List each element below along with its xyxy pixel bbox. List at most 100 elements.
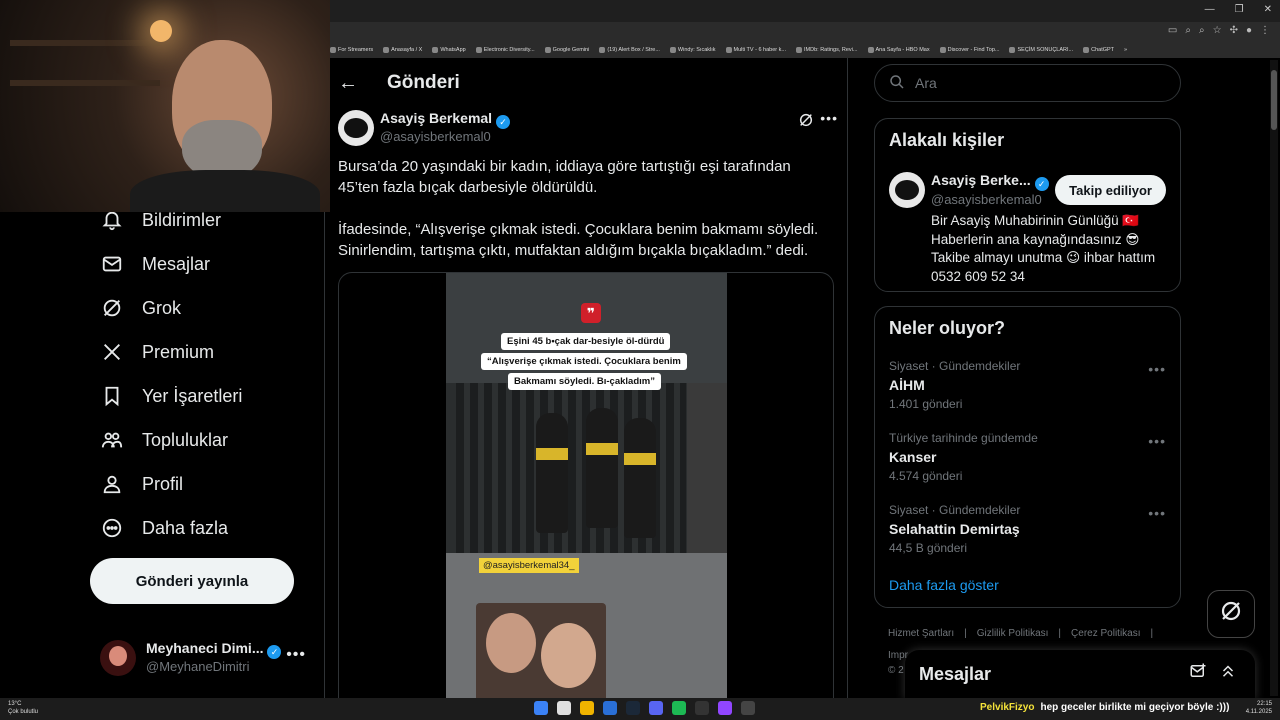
new-message-icon[interactable] — [1189, 662, 1207, 685]
back-arrow-icon[interactable]: ← — [338, 72, 358, 95]
scrollbar-thumb[interactable] — [1271, 70, 1277, 130]
bookmark-star-icon[interactable]: ☆ — [1213, 25, 1222, 36]
epic-icon[interactable] — [695, 701, 709, 715]
bookmark-item[interactable]: Ana Sayfa - HBO Max — [867, 47, 930, 53]
show-more-link[interactable]: Daha fazla göster — [889, 577, 999, 593]
trend-item[interactable]: Siyaset · Gündemdekiler Selahattin Demir… — [889, 503, 1169, 555]
taskbar-apps — [534, 701, 755, 715]
tweet-media[interactable]: ❞ Eşini 45 b•çak dar-besiyle öl-dürdü “A… — [338, 272, 834, 698]
cast-icon[interactable]: ▭ — [1168, 25, 1177, 36]
footer-link[interactable]: Hizmet Şartları — [888, 628, 954, 639]
bookmark-item[interactable]: IMDb: Ratings, Revi... — [796, 47, 858, 53]
search-box[interactable] — [874, 64, 1181, 102]
footer-link[interactable]: Çerez Politikası — [1071, 628, 1140, 639]
account-handle: @MeyhaneDimitri — [146, 659, 250, 674]
post-button[interactable]: Gönderi yayınla — [90, 558, 294, 604]
more-icon[interactable]: ••• — [1148, 361, 1166, 377]
related-people-card: Alakalı kişiler Asayiş Berke... ✓ @asayis… — [874, 118, 1181, 292]
account-switcher[interactable]: Meyhaneci Dimi... ✓ @MeyhaneDimitri ••• — [100, 636, 310, 680]
bookmark-item[interactable]: SEÇİM SONUÇLARI... — [1009, 47, 1073, 53]
discord-icon[interactable] — [649, 701, 663, 715]
related-handle[interactable]: @asayisberkemal0 — [931, 192, 1042, 207]
bookmark-item[interactable]: Discover - Find Top... — [939, 47, 999, 53]
nav-item-premium[interactable]: Premium — [100, 340, 214, 364]
twitch-icon[interactable] — [718, 701, 732, 715]
bookmark-item[interactable]: Anasayfa / X — [383, 47, 422, 53]
menu-icon[interactable]: ⋮ — [1260, 25, 1270, 36]
trend-item[interactable]: Siyaset · Gündemdekiler AİHM 1.401 gönde… — [889, 359, 1169, 411]
nav-item-more[interactable]: Daha fazla — [100, 516, 228, 540]
tweet-paragraph: Bursa’da 20 yaşındaki bir kadın, iddiaya… — [338, 158, 791, 196]
bookmark-icon — [100, 384, 124, 408]
avatar[interactable] — [889, 172, 925, 208]
more-icon[interactable]: ••• — [1148, 505, 1166, 521]
minimize-icon[interactable]: — — [1205, 4, 1215, 15]
verified-badge-icon: ✓ — [267, 645, 282, 659]
nav-item-communities[interactable]: Topluluklar — [100, 428, 228, 452]
scrollbar[interactable] — [1270, 60, 1278, 696]
app-icon[interactable] — [603, 701, 617, 715]
nav-item-messages[interactable]: Mesajlar — [100, 252, 210, 276]
translate-icon[interactable]: ⌕ — [1199, 25, 1205, 36]
extensions-icon[interactable]: ✣ — [1230, 25, 1238, 36]
bookmarks-overflow-icon[interactable]: » — [1124, 47, 1127, 53]
related-name[interactable]: Asayiş Berke... ✓ — [931, 172, 1049, 191]
search-input[interactable] — [915, 75, 1155, 91]
bookmark-item[interactable]: Windy: Sıcaklık — [669, 47, 716, 53]
bookmark-item[interactable]: Electronic Diversity... — [475, 47, 535, 53]
bookmark-item[interactable]: ChatGPT — [1083, 47, 1114, 53]
folder-icon[interactable] — [580, 701, 594, 715]
favicon-icon — [1009, 47, 1016, 53]
start-icon[interactable] — [534, 701, 548, 715]
card-title: Neler oluyor? — [889, 318, 1006, 338]
nav-item-bookmarks[interactable]: Yer İşaretleri — [100, 384, 242, 408]
favicon-icon — [725, 47, 732, 53]
footer-link[interactable]: Gizlilik Politikası — [977, 628, 1049, 639]
system-clock[interactable]: 22:15 4.11.2025 — [1246, 700, 1272, 716]
tweet-paragraph: İfadesinde, “Alışverişe çıkmak istedi. Ç… — [338, 221, 819, 259]
grok-icon — [1219, 599, 1243, 629]
stream-chat-ticker: PelvikFizyo hep geceler birlikte mi geçiy… — [980, 702, 1230, 713]
author-handle[interactable]: @asayisberkemal0 — [380, 129, 491, 144]
app-icon[interactable] — [741, 701, 755, 715]
bookmark-item[interactable]: Multi TV - 6 haber k... — [725, 47, 786, 53]
maximize-icon[interactable]: ❐ — [1235, 4, 1244, 15]
trend-item[interactable]: Türkiye tarihinde gündemde Kanser 4.574 … — [889, 431, 1169, 483]
steam-icon[interactable] — [626, 701, 640, 715]
page-title: Gönderi — [387, 72, 460, 93]
nav-label: Profil — [142, 473, 184, 494]
more-icon[interactable]: ••• — [820, 110, 838, 126]
more-icon[interactable]: ••• — [286, 646, 306, 664]
following-button[interactable]: Takip ediliyor — [1055, 175, 1166, 205]
grok-icon[interactable] — [798, 112, 814, 132]
quote-icon: ❞ — [581, 303, 601, 323]
weather-widget[interactable]: 13°C Çok bulutlu — [8, 700, 38, 716]
chrome-icon[interactable] — [557, 701, 571, 715]
profile-icon[interactable]: ● — [1246, 25, 1252, 36]
avatar[interactable] — [338, 110, 374, 146]
messages-drawer[interactable]: Mesajlar — [905, 650, 1255, 700]
grok-floating-button[interactable] — [1207, 590, 1255, 638]
nav-item-grok[interactable]: Grok — [100, 296, 181, 320]
zoom-icon[interactable]: ⌕ — [1185, 25, 1191, 36]
more-icon[interactable]: ••• — [1148, 433, 1166, 449]
address-bar[interactable]: ▭ ⌕ ⌕ ☆ ✣ ● ⋮ — [330, 22, 1280, 42]
bookmarks-bar: For Streamers Anasayfa / X WhatsApp Electro… — [330, 42, 1280, 58]
tweet-text: Bursa’da 20 yaşındaki bir kadın, iddiaya… — [338, 156, 834, 282]
close-icon[interactable]: ✕ — [1264, 4, 1272, 15]
bookmark-item[interactable]: WhatsApp — [432, 47, 466, 53]
nav-item-profile[interactable]: Profil — [100, 472, 183, 496]
nav-label: Bildirimler — [142, 209, 222, 230]
expand-icon[interactable] — [1219, 662, 1237, 685]
bookmark-item[interactable]: (19) Alert Box / Stre... — [599, 47, 660, 53]
bookmark-item[interactable]: For Streamers — [330, 47, 373, 53]
bookmark-item[interactable]: Google Gemini — [544, 47, 589, 53]
video-thumbnail[interactable]: ❞ Eşini 45 b•çak dar-besiyle öl-dürdü “A… — [446, 273, 727, 698]
trends-card: Neler oluyor? Siyaset · Gündemdekiler Aİ… — [874, 306, 1181, 608]
x-logo-icon — [100, 340, 124, 364]
avatar — [100, 640, 136, 676]
author-name[interactable]: Asayiş Berkemal ✓ — [380, 110, 511, 129]
card-title: Alakalı kişiler — [889, 130, 1005, 150]
search-icon — [889, 74, 905, 93]
spotify-icon[interactable] — [672, 701, 686, 715]
